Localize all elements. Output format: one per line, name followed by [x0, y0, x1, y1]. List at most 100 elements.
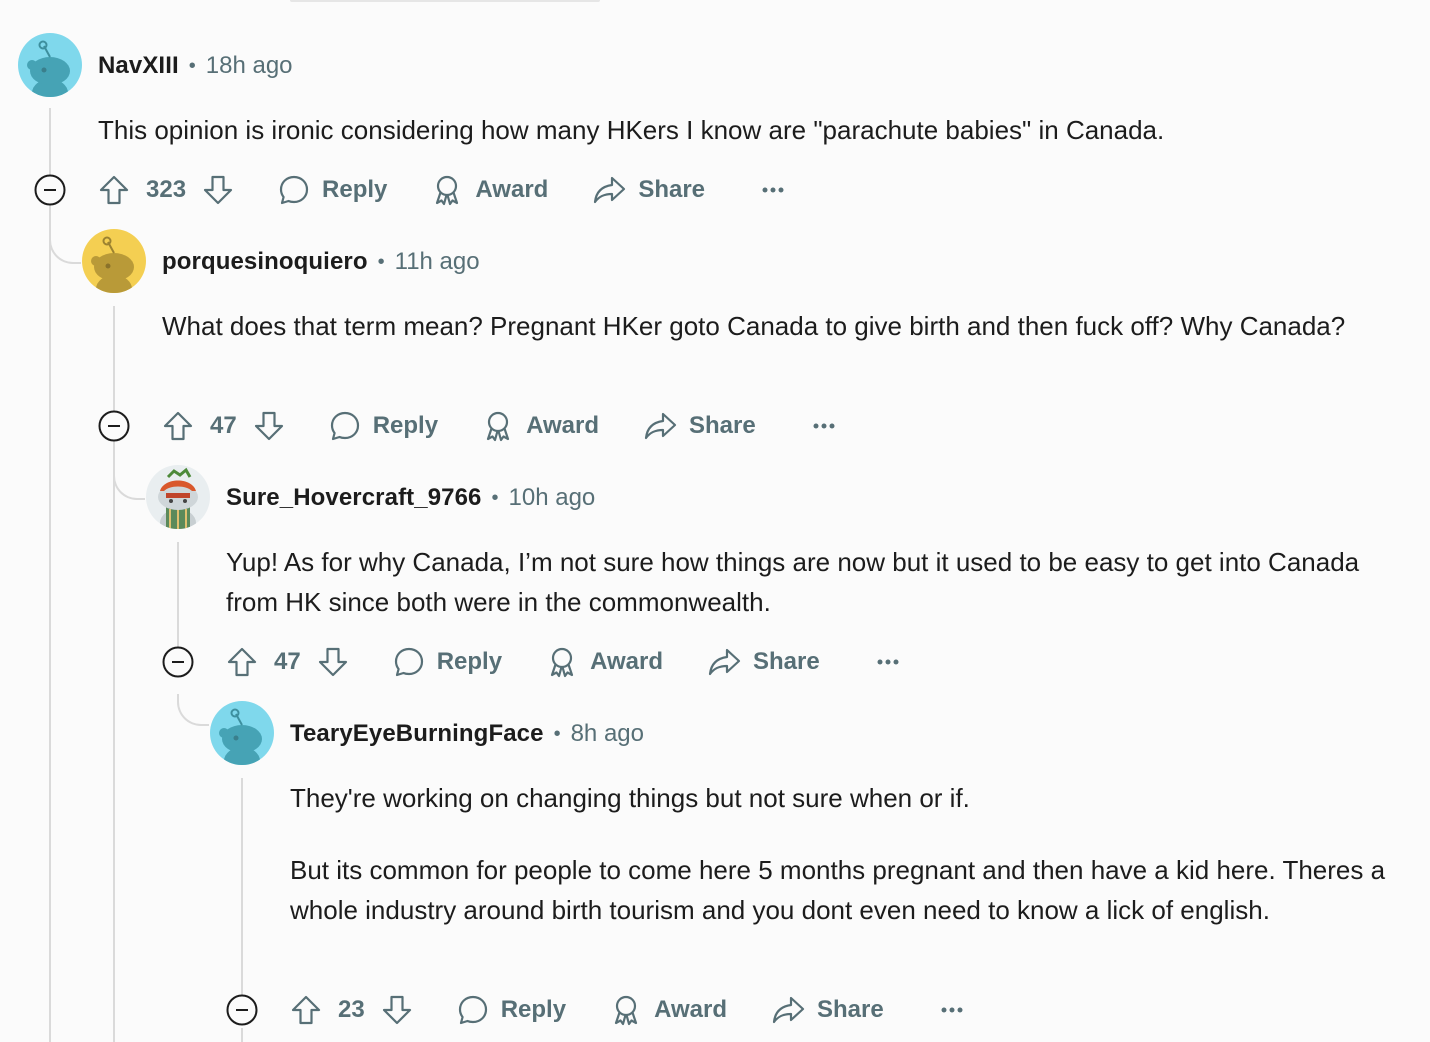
reply-button[interactable]: Reply [329, 410, 438, 442]
comment-body: This opinion is ironic considering how m… [98, 110, 1408, 150]
share-label: Share [638, 176, 706, 203]
snoo-avatar-icon [210, 701, 274, 765]
ellipsis-icon [941, 1007, 963, 1013]
upvote-button[interactable] [290, 994, 322, 1026]
more-options-button[interactable] [940, 1006, 964, 1014]
collapse-button[interactable] [98, 410, 130, 442]
timestamp[interactable]: 8h ago [571, 720, 644, 748]
snoo-avatar-icon [18, 33, 82, 97]
comment-thread: NavXIII • 18h ago This opinion is ironic… [0, 0, 1430, 1042]
more-options-button[interactable] [812, 422, 836, 430]
vote-group: 47 [162, 410, 285, 442]
reply-label: Reply [436, 648, 503, 675]
timestamp[interactable]: 10h ago [509, 484, 596, 512]
award-button[interactable]: Award [482, 410, 599, 442]
username-link[interactable]: NavXIII [98, 52, 179, 80]
username-link[interactable]: Sure_Hovercraft_9766 [226, 484, 482, 512]
collapse-button[interactable] [34, 174, 66, 206]
share-button[interactable]: Share [592, 174, 705, 206]
award-label: Award [526, 412, 599, 439]
collapse-button[interactable] [226, 994, 258, 1026]
scroll-edge [290, 0, 600, 2]
arrow-down-icon [203, 175, 233, 205]
avatar[interactable] [210, 701, 274, 765]
snoo-avatar-icon [82, 229, 146, 293]
meta-separator: • [377, 250, 385, 273]
downvote-button[interactable] [317, 646, 349, 678]
award-label: Award [590, 648, 663, 675]
downvote-button[interactable] [381, 994, 413, 1026]
award-label: Award [654, 996, 727, 1023]
upvote-button[interactable] [98, 174, 130, 206]
thread-branch-level-4 [177, 694, 209, 726]
share-label: Share [816, 996, 884, 1023]
thread-line-level-4[interactable] [241, 778, 243, 998]
minus-circle-icon [34, 174, 66, 206]
reply-label: Reply [372, 412, 439, 439]
reply-button[interactable]: Reply [457, 994, 566, 1026]
avatar[interactable] [146, 465, 210, 529]
award-ribbon-icon [614, 995, 638, 1026]
meta-separator: • [188, 54, 196, 77]
downvote-button[interactable] [253, 410, 285, 442]
share-label: Share [688, 412, 756, 439]
comment-paragraph: They're working on changing things but n… [290, 783, 970, 813]
comment-actions: 47 Reply Award Share [226, 642, 900, 682]
share-arrow-icon [708, 648, 741, 676]
ellipsis-icon [813, 423, 835, 429]
username-link[interactable]: porquesinoquiero [162, 248, 368, 276]
thread-branch-level-3 [113, 468, 145, 500]
timestamp[interactable]: 18h ago [206, 52, 293, 80]
speech-bubble-icon [330, 411, 359, 441]
award-ribbon-icon [486, 411, 510, 442]
comment-actions: 23 Reply Award Share [290, 990, 964, 1030]
vote-group: 323 [98, 174, 234, 206]
downvote-button[interactable] [202, 174, 234, 206]
avatar[interactable] [18, 33, 82, 97]
avatar[interactable] [82, 229, 146, 293]
comment-meta: porquesinoquiero • 11h ago [162, 246, 480, 278]
thread-line-level-3[interactable] [177, 542, 179, 652]
reply-button[interactable]: Reply [278, 174, 387, 206]
share-button[interactable]: Share [771, 994, 884, 1026]
username-link[interactable]: TearyEyeBurningFace [290, 720, 544, 748]
reply-label: Reply [322, 176, 388, 203]
minus-circle-icon [162, 646, 194, 678]
ellipsis-icon [762, 187, 784, 193]
share-label: Share [752, 648, 820, 675]
more-options-button[interactable] [876, 658, 900, 666]
share-button[interactable]: Share [643, 410, 756, 442]
speech-bubble-icon [279, 175, 309, 205]
ellipsis-icon [877, 659, 899, 665]
comment-meta: TearyEyeBurningFace • 8h ago [290, 718, 644, 750]
award-button[interactable]: Award [431, 174, 548, 206]
arrow-up-icon [291, 995, 321, 1025]
share-arrow-icon [594, 176, 626, 204]
speech-bubble-icon [394, 647, 423, 677]
share-button[interactable]: Share [707, 646, 820, 678]
award-button[interactable]: Award [546, 646, 663, 678]
more-options-button[interactable] [761, 186, 785, 194]
comment-paragraph: What does that term mean? Pregnant HKer … [162, 311, 1346, 341]
upvote-button[interactable] [226, 646, 258, 678]
vote-count: 23 [338, 996, 365, 1023]
comment-body: What does that term mean? Pregnant HKer … [162, 306, 1392, 346]
vote-group: 23 [290, 994, 413, 1026]
comment-paragraph: This opinion is ironic considering how m… [98, 115, 1165, 145]
comment-body: Yup! As for why Canada, I’m not sure how… [226, 542, 1406, 622]
reply-button[interactable]: Reply [393, 646, 502, 678]
arrow-up-icon [99, 175, 129, 205]
collapse-button[interactable] [162, 646, 194, 678]
minus-circle-icon [226, 994, 258, 1026]
comment-paragraph: Yup! As for why Canada, I’m not sure how… [226, 547, 1360, 617]
timestamp[interactable]: 11h ago [395, 248, 480, 276]
thread-line-level-4-tail [241, 1028, 243, 1042]
reply-label: Reply [500, 996, 567, 1023]
minus-circle-icon [98, 410, 130, 442]
award-button[interactable]: Award [610, 994, 727, 1026]
upvote-button[interactable] [162, 410, 194, 442]
award-ribbon-icon [436, 175, 459, 206]
award-ribbon-icon [550, 647, 574, 678]
arrow-down-icon [318, 647, 347, 677]
share-arrow-icon [772, 996, 805, 1024]
